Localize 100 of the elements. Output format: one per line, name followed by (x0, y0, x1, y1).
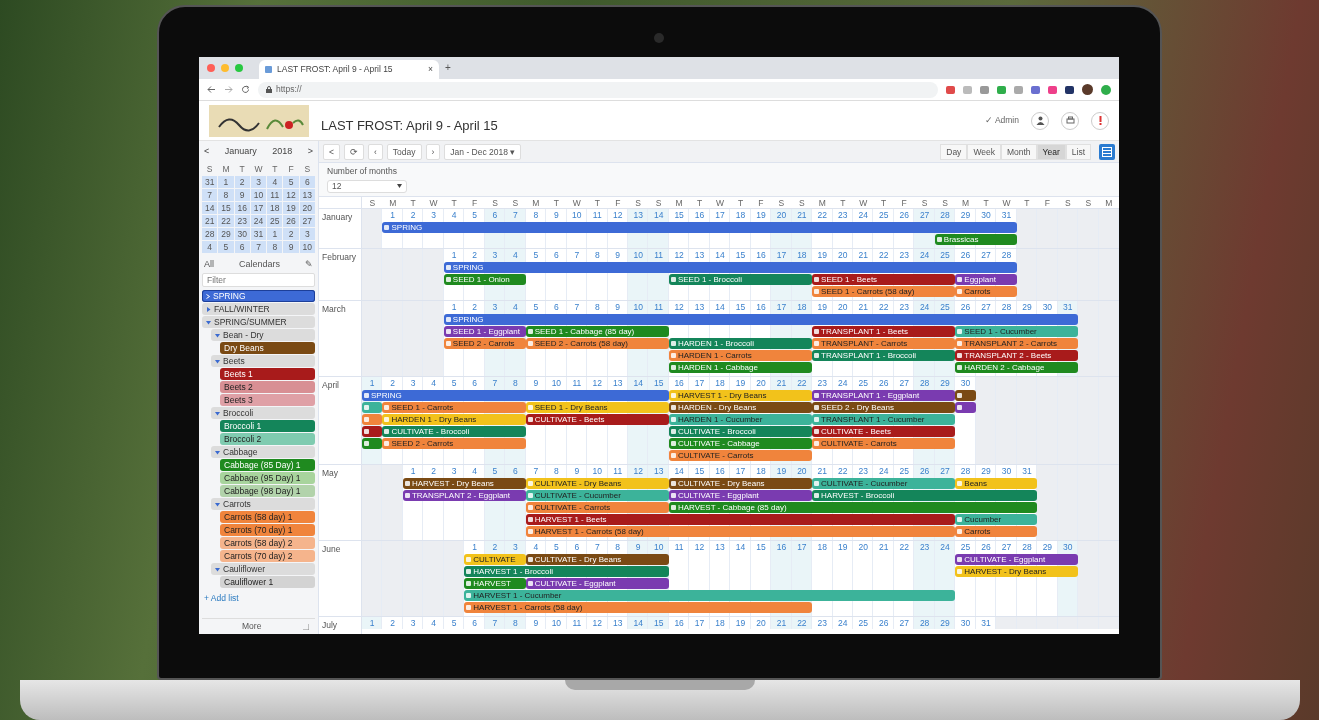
day-number[interactable]: 21 (812, 465, 833, 477)
more-button[interactable]: More (242, 620, 262, 633)
day-number[interactable]: 30 (1057, 541, 1079, 553)
day-number[interactable]: 14 (668, 465, 690, 477)
day-number[interactable]: 19 (771, 465, 792, 477)
calendar-day[interactable]: 10 (250, 189, 267, 201)
day-number[interactable]: 30 (996, 465, 1017, 477)
previous-month-button[interactable]: < (204, 145, 210, 159)
day-number[interactable]: 20 (853, 541, 874, 553)
calendar-group[interactable]: Carrots (211, 498, 315, 510)
day-number[interactable]: 13 (689, 249, 710, 261)
day-number[interactable]: 11 (587, 209, 608, 221)
calendar-item[interactable]: Cabbage (95 Day) 1 (220, 472, 315, 484)
add-list-link[interactable]: + Add list (202, 592, 315, 605)
calendar-day[interactable]: 8 (267, 241, 283, 253)
day-number[interactable]: 26 (873, 377, 894, 389)
event-bar[interactable]: TRANSPLANT 1 - Broccoli (812, 350, 956, 361)
calendar-day[interactable]: 11 (267, 189, 283, 201)
calendar-day[interactable]: 18 (267, 202, 283, 214)
calendar-day[interactable]: 6 (299, 176, 315, 188)
all-toggle[interactable]: All (204, 258, 214, 272)
day-number[interactable]: 16 (668, 377, 690, 389)
calendar-day[interactable]: 13 (299, 189, 315, 201)
day-number[interactable]: 2 (402, 209, 424, 221)
day-number[interactable]: 28 (914, 377, 935, 389)
day-number[interactable]: 13 (709, 541, 731, 553)
event-bar[interactable]: CULTIVATE (464, 554, 526, 565)
day-number[interactable]: 15 (730, 301, 751, 313)
calendar-day[interactable]: 3 (299, 228, 315, 240)
calendar-day[interactable]: 4 (202, 241, 218, 253)
calendar-item[interactable]: Broccoli 1 (220, 420, 315, 432)
day-number[interactable]: 26 (975, 541, 997, 553)
calendar-day[interactable]: 16 (234, 202, 250, 214)
calendar-group[interactable]: Cabbage (211, 446, 315, 458)
event-bar[interactable]: CULTIVATE - Cabbage (668, 438, 813, 449)
day-number[interactable]: 24 (914, 249, 935, 261)
event-bar[interactable]: TRANSPLANT 1 - Cucumber (812, 414, 956, 425)
day-number[interactable]: 9 (607, 249, 628, 261)
event-bar[interactable]: HARDEN 2 - Cabbage (955, 362, 1079, 373)
event-bar[interactable]: HARVEST 1 - Dry Beans (668, 390, 813, 401)
previous-button[interactable]: < (323, 143, 340, 160)
calendar-day[interactable]: 5 (283, 176, 299, 188)
view-tab[interactable]: Day (940, 143, 968, 160)
day-number[interactable]: 27 (996, 541, 1017, 553)
day-number[interactable]: 13 (627, 209, 649, 221)
day-number[interactable]: 15 (648, 377, 669, 389)
day-number[interactable]: 18 (812, 541, 833, 553)
day-number[interactable]: 20 (832, 301, 853, 313)
day-number[interactable]: 7 (587, 541, 608, 553)
calendar-item[interactable]: Carrots (70 day) 2 (220, 550, 315, 562)
event-bar[interactable]: HARVEST 1 - Beets (525, 514, 956, 525)
event-bar[interactable]: CULTIVATE - Carrots (668, 450, 813, 461)
day-number[interactable]: 3 (423, 209, 444, 221)
day-number[interactable]: 24 (914, 301, 935, 313)
event-bar[interactable]: TRANSPLANT 1 - Eggplant (812, 390, 956, 401)
event-bar[interactable]: SPRING (443, 314, 1079, 325)
day-number[interactable]: 16 (771, 541, 792, 553)
view-tab[interactable]: Week (967, 143, 1001, 160)
day-number[interactable]: 3 (484, 301, 506, 313)
day-number[interactable]: 12 (607, 209, 628, 221)
day-number[interactable]: 7 (484, 377, 506, 389)
day-number[interactable]: 9 (607, 301, 628, 313)
day-number[interactable]: 22 (791, 377, 813, 389)
event-bar[interactable]: TRANSPLANT - Carrots (812, 338, 956, 349)
day-number[interactable]: 28 (955, 465, 976, 477)
day-number[interactable]: 24 (873, 465, 894, 477)
day-number[interactable]: 10 (546, 377, 567, 389)
event-bar[interactable]: SEED 1 - Carrots (382, 402, 526, 413)
day-number[interactable]: 23 (812, 377, 833, 389)
day-number[interactable]: 1 (443, 301, 465, 313)
refresh-button[interactable]: ⟳ (343, 143, 364, 160)
event-bar[interactable]: CULTIVATE - Eggplant (668, 490, 813, 501)
calendar-day[interactable]: 19 (283, 202, 299, 214)
event-bar[interactable]: CULTIVATE - Dry Beans (525, 478, 669, 489)
view-tab[interactable]: List (1065, 143, 1091, 160)
calendar-item[interactable]: Broccoli 2 (220, 433, 315, 445)
calendar-item[interactable]: Beets 2 (220, 381, 315, 393)
calendar-day[interactable]: 25 (267, 215, 283, 227)
calendar-day[interactable]: 14 (202, 202, 218, 214)
day-number[interactable]: 28 (996, 301, 1017, 313)
event-bar[interactable]: HARVEST 1 - Broccoli (464, 566, 669, 577)
admin-label[interactable]: ✓ Admin (985, 114, 1019, 127)
day-number[interactable]: 11 (668, 541, 690, 553)
calendar-day[interactable]: 10 (299, 241, 315, 253)
event-bar[interactable]: SPRING (443, 262, 1017, 273)
calendar-day[interactable]: 20 (299, 202, 315, 214)
event-bar[interactable]: SEED 1 - Cabbage (85 day) (525, 326, 669, 337)
day-number[interactable]: 16 (709, 465, 731, 477)
day-number[interactable]: 26 (914, 465, 935, 477)
day-number[interactable]: 8 (546, 465, 567, 477)
day-number[interactable]: 28 (996, 249, 1017, 261)
day-number[interactable]: 20 (750, 377, 772, 389)
day-number[interactable]: 8 (607, 541, 628, 553)
day-number[interactable]: 28 (934, 209, 956, 221)
day-number[interactable]: 3 (402, 377, 424, 389)
day-number[interactable]: 4 (423, 377, 444, 389)
day-number[interactable]: 11 (648, 301, 669, 313)
day-number[interactable]: 18 (730, 209, 751, 221)
event-bar[interactable]: SEED 2 - Carrots (443, 338, 526, 349)
day-number[interactable]: 6 (546, 249, 567, 261)
